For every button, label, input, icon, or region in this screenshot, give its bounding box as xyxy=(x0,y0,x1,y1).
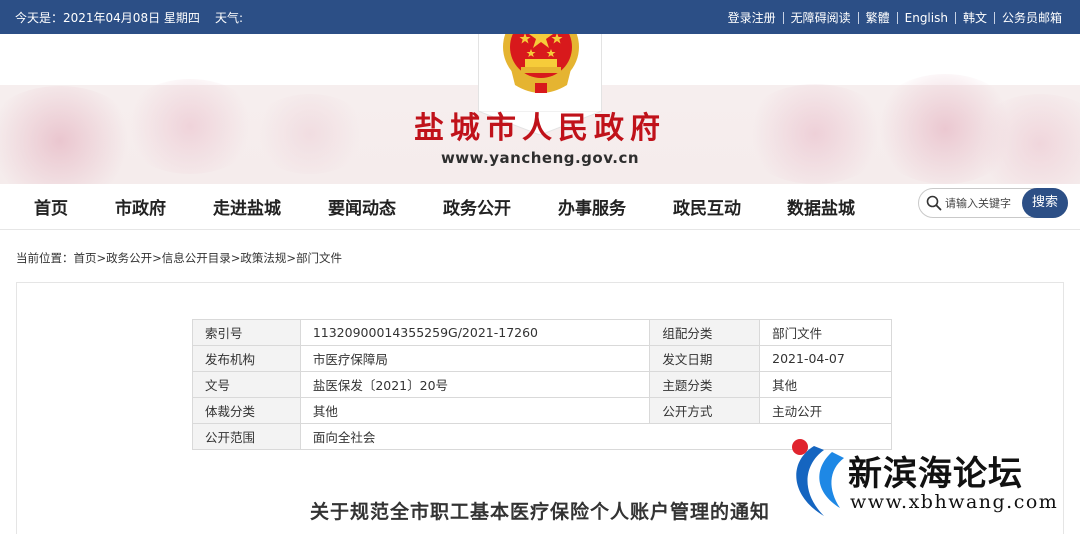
meta-value: 11320900014355259G/2021-17260 xyxy=(299,319,651,346)
weather-label: 天气: xyxy=(215,11,244,25)
breadcrumb-government-affairs[interactable]: 政务公开 xyxy=(106,251,152,265)
search-icon xyxy=(926,195,942,211)
meta-value: 主动公开 xyxy=(759,397,892,424)
login-register-link[interactable]: 登录注册 xyxy=(728,9,776,26)
search-input[interactable] xyxy=(945,195,1025,211)
breadcrumb-label: 当前位置： xyxy=(16,251,74,265)
nav-item-services[interactable]: 办事服务 xyxy=(558,194,626,219)
meta-key: 发布机构 xyxy=(192,345,301,372)
national-emblem-icon xyxy=(503,34,579,93)
breadcrumb-separator: > xyxy=(286,251,297,265)
breadcrumb-separator: > xyxy=(152,251,162,265)
document-metadata-table: 索引号 11320900014355259G/2021-17260 组配分类 部… xyxy=(192,319,893,450)
civil-servant-mail-link[interactable]: 公务员邮箱 xyxy=(1002,9,1062,26)
meta-key: 公开方式 xyxy=(649,397,761,424)
table-row: 体裁分类 其他 公开方式 主动公开 xyxy=(192,397,892,424)
main-nav: 首页 市政府 走进盐城 要闻动态 政务公开 办事服务 政民互动 数据盐城 搜索 xyxy=(0,184,1080,230)
meta-key: 文号 xyxy=(192,371,301,398)
breadcrumb-policy[interactable]: 政策法规 xyxy=(240,251,286,265)
traditional-chinese-link[interactable]: 繁體 xyxy=(866,9,890,26)
meta-value: 市医疗保障局 xyxy=(299,345,651,372)
breadcrumb-separator: > xyxy=(96,251,107,265)
meta-value: 2021-04-07 xyxy=(759,345,892,372)
nav-item-government-affairs[interactable]: 政务公开 xyxy=(443,194,511,219)
header-banner: 盐城市人民政府 www.yancheng.gov.cn xyxy=(0,34,1080,184)
nav-item-data[interactable]: 数据盐城 xyxy=(787,194,855,219)
nav-item-interaction[interactable]: 政民互动 xyxy=(673,194,741,219)
watermark: 新滨海论坛 www.xbhwang.com xyxy=(780,432,1080,532)
table-row: 索引号 11320900014355259G/2021-17260 组配分类 部… xyxy=(192,319,892,346)
site-url: www.yancheng.gov.cn xyxy=(440,149,640,167)
breadcrumb: 当前位置：首页>政务公开>信息公开目录>政策法规>部门文件 xyxy=(16,250,342,266)
meta-value: 其他 xyxy=(759,371,892,398)
korean-link[interactable]: 韩文 xyxy=(963,9,987,26)
link-divider xyxy=(954,11,956,24)
table-row: 发布机构 市医疗保障局 发文日期 2021-04-07 xyxy=(192,345,892,372)
link-divider xyxy=(857,11,859,24)
link-divider xyxy=(896,11,898,24)
meta-value: 部门文件 xyxy=(759,319,892,346)
nav-item-government[interactable]: 市政府 xyxy=(115,194,166,219)
nav-item-about-yancheng[interactable]: 走进盐城 xyxy=(213,194,281,219)
breadcrumb-home[interactable]: 首页 xyxy=(74,251,97,265)
meta-value: 其他 xyxy=(299,397,651,424)
breadcrumb-department-docs[interactable]: 部门文件 xyxy=(296,251,342,265)
meta-key: 主题分类 xyxy=(649,371,761,398)
site-title: 盐城市人民政府 xyxy=(414,111,666,146)
link-divider xyxy=(993,11,995,24)
meta-value: 盐医保发〔2021〕20号 xyxy=(299,371,651,398)
breadcrumb-separator: > xyxy=(230,251,241,265)
meta-key: 公开范围 xyxy=(192,423,301,450)
english-link[interactable]: English xyxy=(905,11,948,25)
link-divider xyxy=(782,11,784,24)
current-date: 今天是：2021年04月08日 星期四 xyxy=(15,11,200,25)
top-bar: 今天是：2021年04月08日 星期四 天气: 登录注册 无障碍阅读 繁體 En… xyxy=(0,0,1080,34)
meta-key: 体裁分类 xyxy=(192,397,301,424)
meta-key: 组配分类 xyxy=(649,319,761,346)
search-button[interactable]: 搜索 xyxy=(1022,188,1068,218)
watermark-title: 新滨海论坛 xyxy=(848,454,1023,494)
meta-key: 发文日期 xyxy=(649,345,761,372)
breadcrumb-catalog[interactable]: 信息公开目录 xyxy=(162,251,231,265)
table-row: 文号 盐医保发〔2021〕20号 主题分类 其他 xyxy=(192,371,892,398)
watermark-url: www.xbhwang.com xyxy=(850,491,1059,513)
nav-item-home[interactable]: 首页 xyxy=(34,194,68,219)
nav-item-news[interactable]: 要闻动态 xyxy=(328,194,396,219)
meta-key: 索引号 xyxy=(192,319,301,346)
search-box: 搜索 xyxy=(918,188,1068,218)
accessibility-link[interactable]: 无障碍阅读 xyxy=(791,9,851,26)
watermark-logo-icon xyxy=(792,439,844,516)
top-links: 登录注册 无障碍阅读 繁體 English 韩文 公务员邮箱 xyxy=(728,9,1062,26)
